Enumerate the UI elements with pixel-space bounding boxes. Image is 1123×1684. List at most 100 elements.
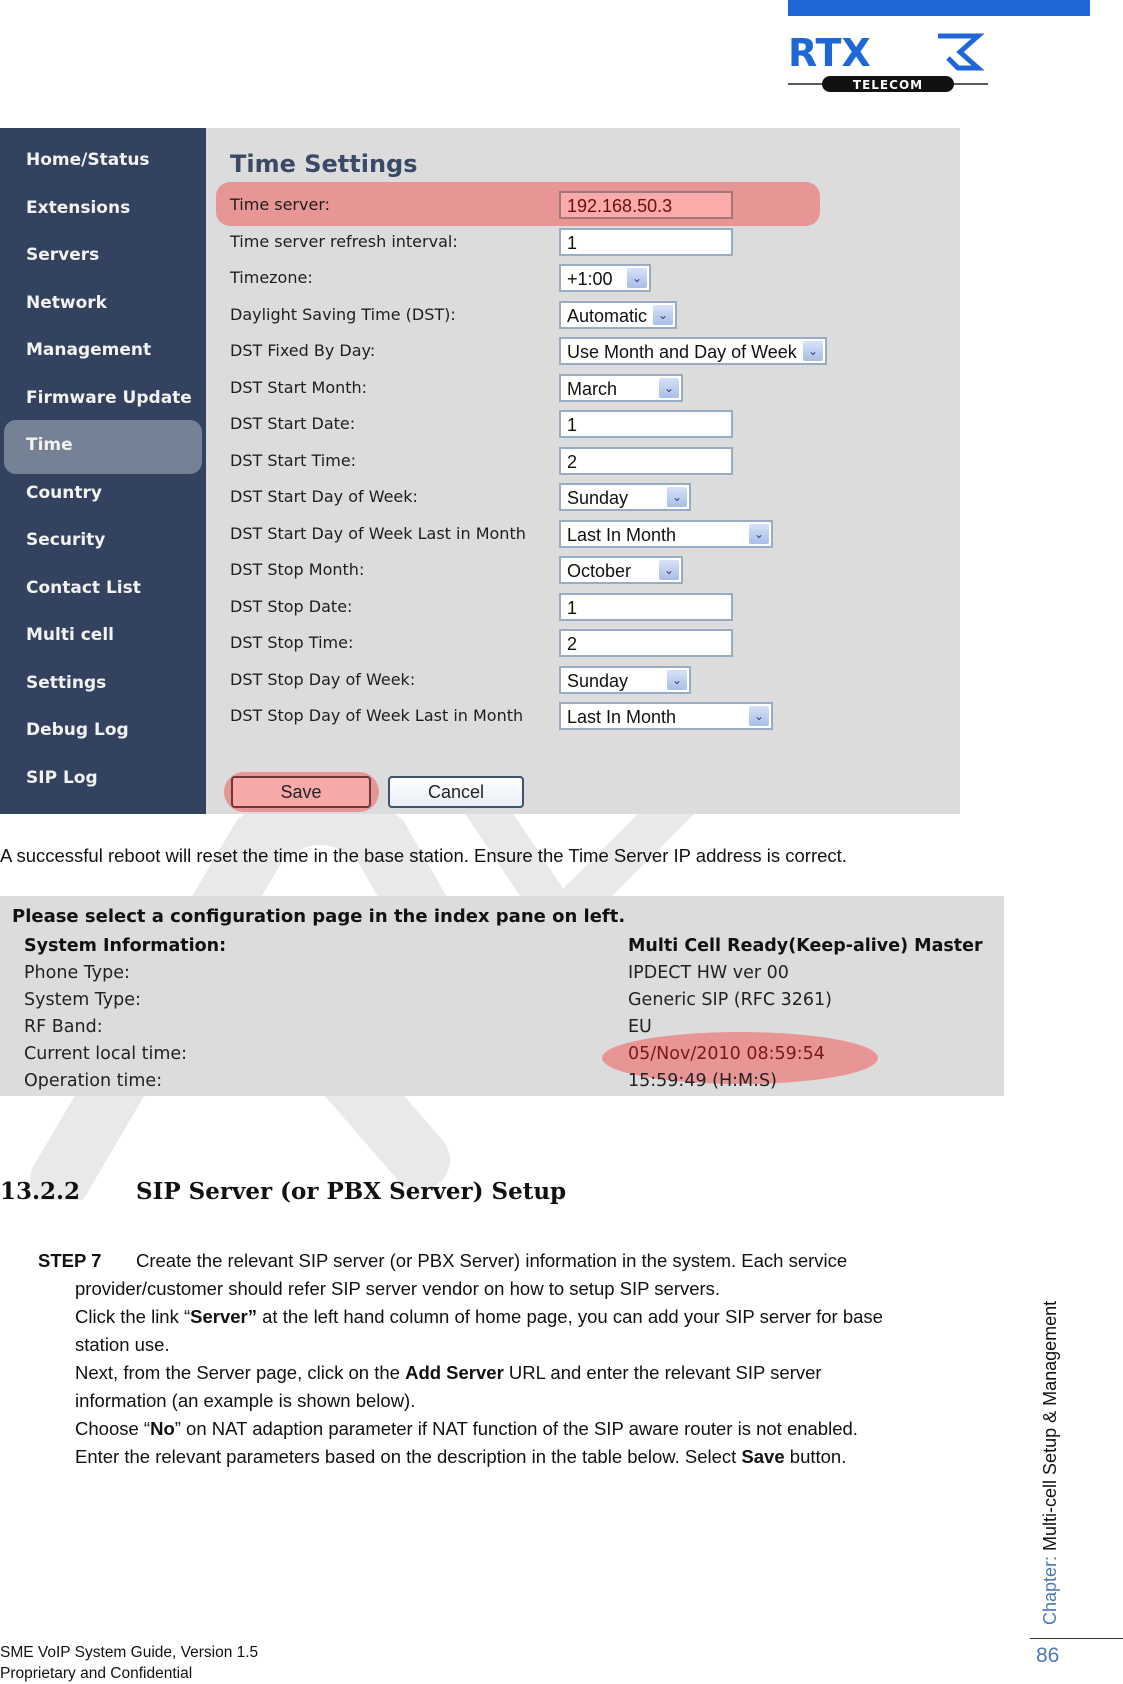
- rtx-telecom-logo: RTX TELECOM: [788, 31, 988, 92]
- dst-stop-time-input[interactable]: 2: [559, 629, 733, 657]
- time-server-refresh-interval-input[interactable]: 1: [559, 227, 733, 256]
- step-label: STEP 7: [38, 1250, 102, 1271]
- chevron-down-icon[interactable]: ⌄: [667, 669, 687, 690]
- dst-start-time-value: 2: [567, 451, 578, 472]
- sidebar-item-label: Servers: [26, 245, 100, 265]
- step-line: Next, from the Server page, click on the…: [75, 1362, 822, 1384]
- step-line: Create the relevant SIP server (or PBX S…: [136, 1250, 847, 1272]
- sidebar-item-time[interactable]: Time: [4, 420, 202, 474]
- sidebar-item-settings[interactable]: Settings: [4, 658, 202, 712]
- timezone-select[interactable]: +1:00 ⌄: [559, 264, 651, 292]
- sidebar-item-security[interactable]: Security: [4, 515, 202, 569]
- step-line: station use.: [75, 1334, 170, 1356]
- sidebar-item-label: Firmware Update: [26, 387, 192, 408]
- save-button[interactable]: Save: [231, 776, 371, 808]
- dst-stop-date-value: 1: [567, 597, 578, 618]
- page-number-rule: [1030, 1638, 1123, 1639]
- step-line-pre: station use.: [75, 1334, 170, 1355]
- chevron-down-icon[interactable]: ⌄: [749, 523, 769, 544]
- step-line-bold: No: [150, 1418, 175, 1439]
- cancel-button[interactable]: Cancel: [388, 776, 524, 808]
- chevron-down-icon[interactable]: ⌄: [653, 304, 673, 325]
- step-line-post: button.: [784, 1446, 847, 1467]
- chapter-sidebar-label: Chapter: Multi-cell Setup & Management: [1040, 1301, 1061, 1625]
- time-server-refresh-interval-value: 1: [567, 232, 578, 253]
- sidebar-item-contact-list[interactable]: Contact List: [4, 563, 202, 617]
- current-local-time-label: Current local time:: [24, 1044, 188, 1064]
- system-type-label: System Type:: [24, 990, 141, 1010]
- sidebar-item-debug-log[interactable]: Debug Log: [4, 705, 202, 759]
- chevron-down-icon[interactable]: ⌄: [803, 341, 823, 361]
- chevron-down-icon[interactable]: ⌄: [749, 706, 769, 726]
- logo-wordmark: RTX: [788, 31, 871, 75]
- phone-type-label: Phone Type:: [24, 963, 130, 983]
- chevron-down-icon[interactable]: ⌄: [667, 487, 687, 507]
- sidebar-item-sip-log[interactable]: SIP Log: [4, 753, 202, 807]
- dst-start-month-select[interactable]: March ⌄: [559, 373, 683, 402]
- timezone-value: +1:00: [567, 269, 613, 289]
- chevron-down-icon[interactable]: ⌄: [627, 268, 647, 288]
- page-number: 86: [1036, 1644, 1060, 1667]
- dst-fixed-by-day-select[interactable]: Use Month and Day of Week ⌄: [559, 337, 827, 365]
- dst-stop-day-of-week-select[interactable]: Sunday ⌄: [559, 665, 691, 694]
- dst-start-day-of-week-label: DST Start Day of Week:: [230, 487, 418, 506]
- step-line-pre: Choose “: [75, 1418, 151, 1439]
- operation-time-value: 15:59:49 (H:M:S): [628, 1071, 777, 1091]
- time-settings-screenshot: Home/Status Extensions Servers Network Manag…: [0, 128, 960, 814]
- current-local-time-value: 05/Nov/2010 08:59:54: [628, 1044, 825, 1064]
- dst-stop-day-of-week-last-in-month-select[interactable]: Last In Month ⌄: [559, 702, 773, 730]
- sidebar-item-country[interactable]: Country: [4, 468, 202, 522]
- dst-fixed-by-day-value: Use Month and Day of Week: [567, 342, 797, 362]
- sidebar-item-home-status[interactable]: Home/Status: [4, 135, 202, 189]
- header-bar: [788, 0, 1090, 16]
- sidebar-item-multi-cell[interactable]: Multi cell: [4, 610, 202, 664]
- daylight-saving-time-dst-select[interactable]: Automatic ⌄: [559, 300, 677, 329]
- sidebar-item-label: Time: [26, 435, 73, 455]
- dst-start-month-value: March: [567, 378, 618, 399]
- sidebar-item-firmware-update[interactable]: Firmware Update: [4, 373, 202, 427]
- time-server-value: 192.168.50.3: [567, 196, 673, 216]
- dst-stop-month-label: DST Stop Month:: [230, 560, 365, 579]
- logo-chevrons: [938, 33, 985, 71]
- footer-doc-title: SME VoIP System Guide, Version 1.5: [0, 1644, 259, 1661]
- sidebar-item-label: Settings: [26, 672, 107, 693]
- section-title: SIP Server (or PBX Server) Setup: [136, 1178, 567, 1205]
- dst-start-day-of-week-last-in-month-select[interactable]: Last In Month ⌄: [559, 519, 773, 548]
- step-line-bold: Save: [741, 1446, 785, 1467]
- dst-stop-month-select[interactable]: October ⌄: [559, 556, 683, 584]
- sidebar-item-label: Home/Status: [26, 150, 150, 170]
- step-line-pre: Enter the relevant parameters based on t…: [75, 1446, 742, 1467]
- sidebar-item-label: Security: [26, 530, 106, 550]
- dst-start-day-of-week-last-in-month-value: Last In Month: [567, 524, 677, 545]
- dst-stop-time-label: DST Stop Time:: [230, 633, 354, 652]
- step-line-bold: Add Server: [405, 1362, 504, 1383]
- chevron-down-icon[interactable]: ⌄: [659, 560, 679, 580]
- dst-stop-day-of-week-last-in-month-value: Last In Month: [567, 707, 677, 727]
- dst-start-day-of-week-select[interactable]: Sunday ⌄: [559, 483, 691, 511]
- time-server-input[interactable]: 192.168.50.3: [559, 191, 733, 219]
- step-line-pre: Create the relevant SIP server (or PBX S…: [136, 1250, 848, 1271]
- daylight-saving-time-dst-label: Daylight Saving Time (DST):: [230, 304, 456, 324]
- sidebar-item-label: Multi cell: [26, 625, 114, 645]
- sidebar-nav: Home/Status Extensions Servers Network Manag…: [0, 128, 206, 814]
- sidebar-item-label: Extensions: [26, 197, 131, 218]
- dst-stop-date-label: DST Stop Date:: [230, 596, 353, 616]
- step-line-pre: Click the link “: [75, 1306, 191, 1327]
- step-line-pre: provider/customer should refer SIP serve…: [75, 1278, 721, 1299]
- dst-stop-day-of-week-last-in-month-label: DST Stop Day of Week Last in Month: [230, 706, 524, 725]
- chevron-down-icon[interactable]: ⌄: [659, 377, 679, 398]
- section-number: 13.2.2: [0, 1178, 81, 1205]
- dst-stop-date-input[interactable]: 1: [559, 592, 733, 621]
- system-information-value: Multi Cell Ready(Keep-alive) Master: [628, 936, 983, 956]
- sidebar-item-label: Country: [26, 482, 102, 503]
- sidebar-item-servers[interactable]: Servers: [4, 230, 202, 284]
- sidebar-item-network[interactable]: Network: [4, 278, 202, 332]
- sidebar-item-label: Management: [26, 340, 152, 360]
- sidebar-item-extensions[interactable]: Extensions: [4, 183, 202, 237]
- dst-start-time-input[interactable]: 2: [559, 446, 733, 475]
- dst-start-date-input[interactable]: 1: [559, 410, 733, 438]
- chapter-name: Multi-cell Setup & Management: [1040, 1300, 1060, 1556]
- step-line-post: URL and enter the relevant SIP server: [503, 1362, 822, 1383]
- sidebar-item-management[interactable]: Management: [4, 325, 202, 379]
- status-screenshot: Please select a configuration page in th…: [0, 896, 1004, 1096]
